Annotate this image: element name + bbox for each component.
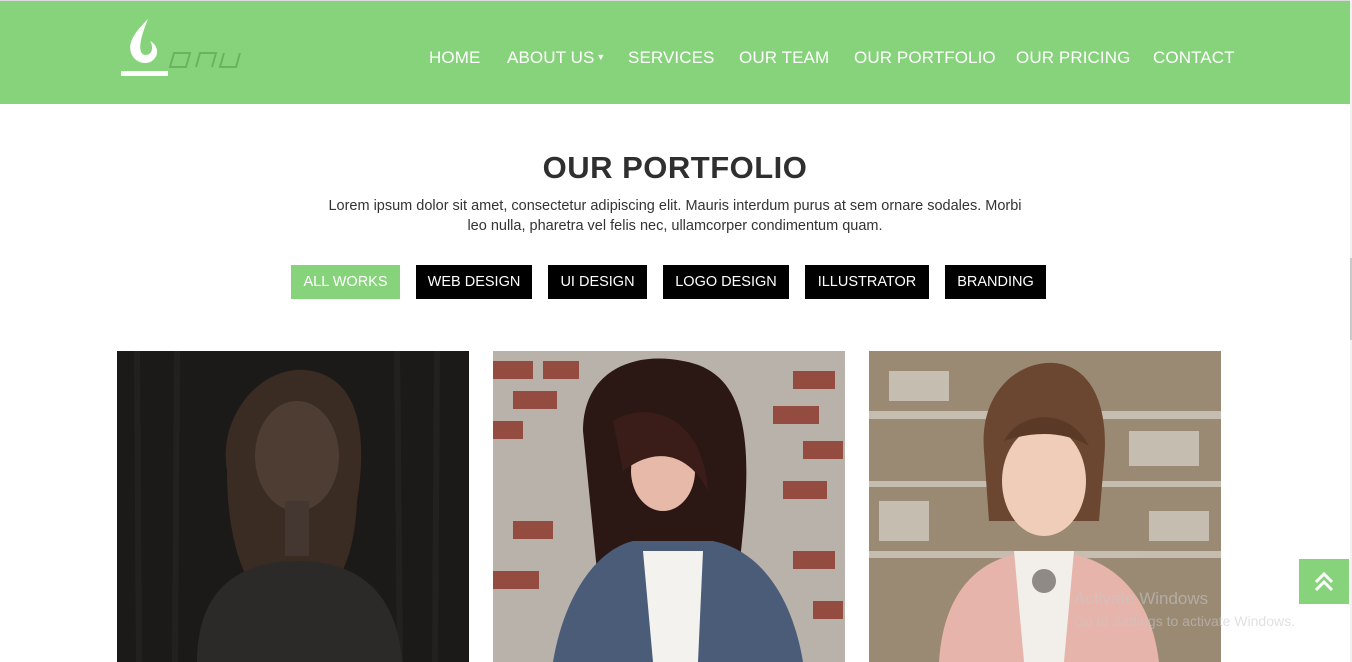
- site-logo[interactable]: [118, 17, 258, 81]
- portfolio-photo-woman-brick-wall: [493, 351, 845, 662]
- flame-logo-icon: [121, 19, 241, 76]
- watermark-subtitle: Go to Settings to activate Windows.: [1074, 613, 1295, 629]
- site-header: HOME ABOUT US ▼ SERVICES OUR TEAM OUR POR…: [0, 0, 1350, 104]
- caret-down-icon: ▼: [596, 52, 606, 62]
- double-chevron-up-icon: [1314, 571, 1334, 591]
- portfolio-item-1[interactable]: [117, 351, 469, 662]
- watermark-title: Activate Windows: [1074, 589, 1209, 608]
- nav-contact[interactable]: CONTACT: [1153, 48, 1235, 68]
- back-to-top-button[interactable]: [1299, 559, 1349, 604]
- filter-branding[interactable]: BRANDING: [945, 265, 1046, 299]
- filter-all-works[interactable]: ALL WORKS: [291, 265, 400, 299]
- nav-about-us-label: ABOUT US: [507, 48, 595, 67]
- nav-our-portfolio[interactable]: OUR PORTFOLIO: [854, 48, 996, 68]
- section-description: Lorem ipsum dolor sit amet, consectetur …: [328, 198, 1022, 234]
- filter-web-design[interactable]: WEB DESIGN: [416, 265, 532, 299]
- nav-services[interactable]: SERVICES: [628, 48, 714, 68]
- filter-ui-design[interactable]: UI DESIGN: [548, 265, 647, 299]
- nav-home[interactable]: HOME: [429, 48, 480, 68]
- section-title: OUR PORTFOLIO: [542, 150, 808, 185]
- filter-logo-design[interactable]: LOGO DESIGN: [663, 265, 789, 299]
- nav-our-pricing[interactable]: OUR PRICING: [1016, 48, 1130, 68]
- portfolio-photo-woman-smiling-dark: [117, 351, 469, 662]
- filter-illustrator[interactable]: ILLUSTRATOR: [805, 265, 929, 299]
- portfolio-item-2[interactable]: [493, 351, 845, 662]
- nav-our-team[interactable]: OUR TEAM: [739, 48, 829, 68]
- windows-activation-watermark: Activate Windows Go to Settings to activ…: [1074, 588, 1295, 632]
- nav-about-us[interactable]: ABOUT US ▼: [507, 48, 605, 68]
